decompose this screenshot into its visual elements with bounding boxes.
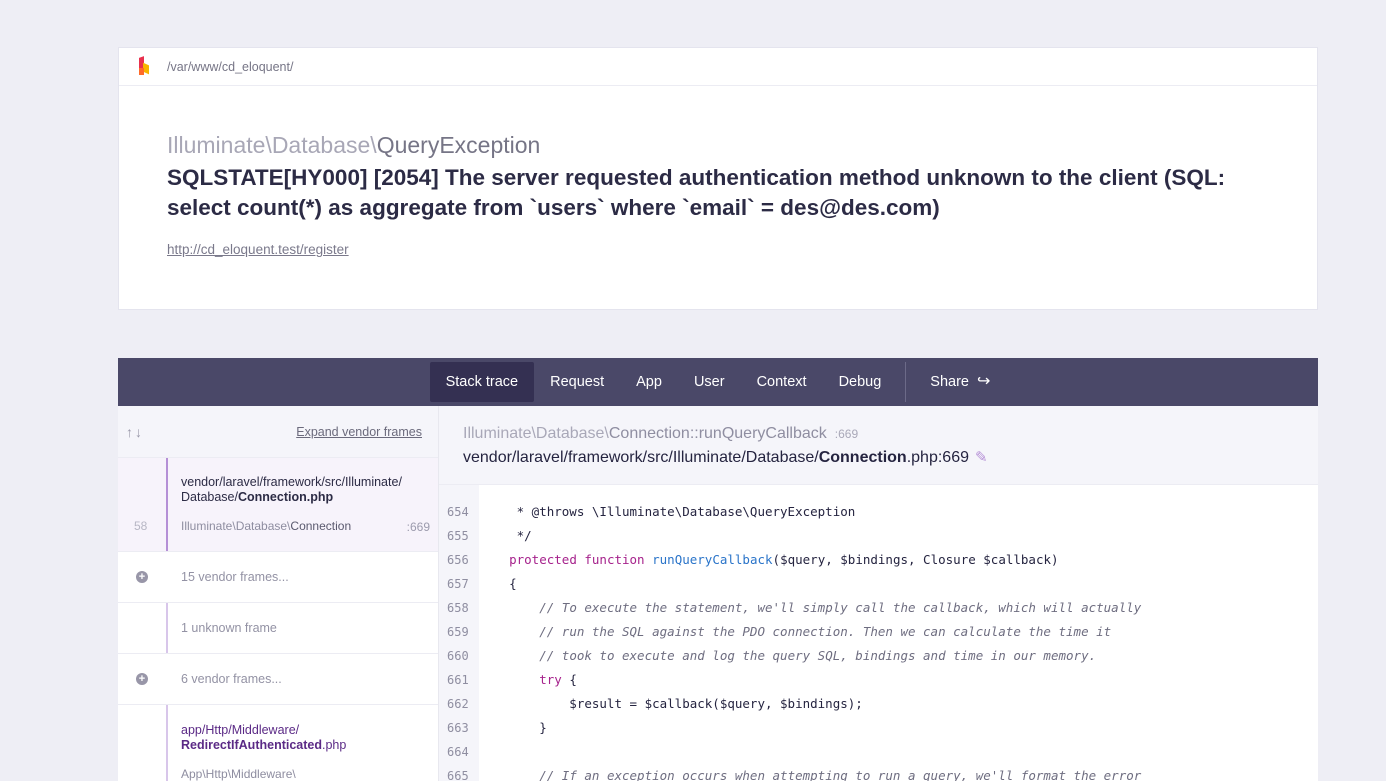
frame-file-path: vendor/laravel/framework/src/Illuminate/… <box>181 475 411 505</box>
code-line-number: :669 <box>834 427 859 441</box>
frame-bar <box>166 603 168 653</box>
line-number[interactable]: 655 <box>439 524 479 548</box>
expand-vendor-frames-link[interactable]: Expand vendor frames <box>296 425 422 439</box>
frame-navigation-arrows-icon[interactable]: ↑↓ <box>126 424 144 440</box>
code-header-class-line: Illuminate\Database\Connection::runQuery… <box>463 425 1318 443</box>
frame-line-number: :669 <box>406 520 430 534</box>
vendor-frames-group[interactable]: + 6 vendor frames... <box>118 654 438 705</box>
share-arrow-icon: ↪ <box>977 373 991 390</box>
tab-user[interactable]: User <box>678 362 741 402</box>
code-line: // run the SQL against the PDO connectio… <box>539 624 1112 639</box>
edit-pencil-icon[interactable]: ✎ <box>975 449 988 466</box>
vendor-frames-group[interactable]: + 15 vendor frames... <box>118 552 438 603</box>
line-number[interactable]: 664 <box>439 740 479 764</box>
code-file-path: vendor/laravel/framework/src/Illuminate/… <box>463 448 1318 467</box>
code-header: Illuminate\Database\Connection::runQuery… <box>439 406 1318 485</box>
tab-divider <box>905 362 907 402</box>
code-file-ext: .php:669 <box>906 449 969 466</box>
request-url-link[interactable]: http://cd_eloquent.test/register <box>167 242 349 257</box>
line-number[interactable]: 659 <box>439 620 479 644</box>
code-line: { <box>479 576 517 591</box>
code-lines: * @throws \Illuminate\Database\QueryExce… <box>479 485 1141 781</box>
exception-short-name: QueryException <box>376 132 541 158</box>
tab-app[interactable]: App <box>620 362 678 402</box>
tab-stack-trace[interactable]: Stack trace <box>429 362 535 402</box>
code-line: protected function runQueryCallback($que… <box>509 552 1059 567</box>
line-number[interactable]: 662 <box>439 692 479 716</box>
frame-file-dir: vendor/laravel/framework/src/Illuminate/ <box>181 475 402 489</box>
line-number[interactable]: 663 <box>439 716 479 740</box>
code-line: // took to execute and log the query SQL… <box>539 648 1097 663</box>
code-class-namespace: Illuminate\Database\ <box>463 425 609 442</box>
frame-bar <box>166 458 168 551</box>
stack-frame-selected[interactable]: 58 vendor/laravel/framework/src/Illumina… <box>118 458 438 552</box>
code-file-name: Connection <box>818 449 907 466</box>
line-number-gutter: 654 655 656 657 658 659 660 661 662 663 664 665 <box>439 485 479 781</box>
vendor-frames-label: 6 vendor frames... <box>181 672 282 686</box>
code-line: // If an exception occurs when attemptin… <box>539 768 1142 781</box>
unknown-frame-label: 1 unknown frame <box>181 621 277 635</box>
frame-file-subdir: Database/ <box>181 490 238 504</box>
frame-file-ext: .php <box>322 738 347 752</box>
details-panel: Stack trace Request App User Context Deb… <box>118 358 1318 781</box>
code-line: try { <box>539 672 577 687</box>
vendor-frames-label: 15 vendor frames... <box>181 570 289 584</box>
expand-plus-icon[interactable]: + <box>136 673 148 685</box>
header-bar: /var/www/cd_eloquent/ <box>119 48 1317 86</box>
unknown-frame[interactable]: 1 unknown frame <box>118 603 438 654</box>
tab-bar: Stack trace Request App User Context Deb… <box>118 358 1318 406</box>
exception-class: Illuminate\Database\QueryException <box>167 132 540 159</box>
line-number[interactable]: 660 <box>439 644 479 668</box>
code-file-dir: vendor/laravel/framework/src/Illuminate/… <box>463 449 819 466</box>
frame-file-path: app/Http/Middleware/RedirectIfAuthentica… <box>181 723 411 753</box>
frame-bar <box>166 705 168 781</box>
stack-frames-sidebar: ↑↓ Expand vendor frames 58 vendor/larave… <box>118 406 439 781</box>
exception-message: SQLSTATE[HY000] [2054] The server reques… <box>167 165 1226 220</box>
ignition-logo-icon <box>137 55 151 78</box>
frame-file-name: Connection.php <box>237 490 334 504</box>
code-line: } <box>479 720 547 735</box>
line-number[interactable]: 658 <box>439 596 479 620</box>
tab-request[interactable]: Request <box>534 362 620 402</box>
code-line: */ <box>479 528 532 543</box>
line-number[interactable]: 665 <box>439 764 479 781</box>
line-number[interactable]: 656 <box>439 548 479 572</box>
frame-file-dir: app/Http/Middleware/ <box>181 723 300 737</box>
frame-class: Illuminate\Database\Connection <box>181 519 351 533</box>
code-line: $result = $callback($query, $bindings); <box>479 696 863 711</box>
frame-number: 58 <box>134 519 148 533</box>
line-number[interactable]: 654 <box>439 500 479 524</box>
tab-context[interactable]: Context <box>741 362 823 402</box>
code-method: ::runQueryCallback <box>689 425 827 442</box>
frame-class-name: Connection <box>290 519 352 533</box>
code-line: * @throws \Illuminate\Database\QueryExce… <box>479 504 856 519</box>
code-class-name: Connection <box>608 425 690 442</box>
frame-class: App\Http\Middleware\ <box>181 767 296 781</box>
sidebar-header: ↑↓ Expand vendor frames <box>118 406 438 458</box>
line-number[interactable]: 661 <box>439 668 479 692</box>
tab-debug[interactable]: Debug <box>823 362 898 402</box>
share-button[interactable]: Share ↪ <box>914 362 1006 402</box>
line-number[interactable]: 657 <box>439 572 479 596</box>
share-label: Share <box>930 374 969 390</box>
stack-frame-app[interactable]: app/Http/Middleware/RedirectIfAuthentica… <box>118 705 438 781</box>
expand-plus-icon[interactable]: + <box>136 571 148 583</box>
exception-header-card: /var/www/cd_eloquent/ Illuminate\Databas… <box>118 47 1318 310</box>
frame-file-name: RedirectIfAuthenticated <box>181 738 322 752</box>
frame-class-namespace: Illuminate\Database\ <box>181 519 291 533</box>
code-class: Illuminate\Database\Connection::runQuery… <box>463 425 827 442</box>
code-body: 654 655 656 657 658 659 660 661 662 663 664 665 * @… <box>439 485 1318 781</box>
exception-namespace: Illuminate\Database\ <box>167 132 377 158</box>
code-line: // To execute the statement, we'll simpl… <box>539 600 1142 615</box>
code-viewer: Illuminate\Database\Connection::runQuery… <box>439 406 1318 781</box>
project-path: /var/www/cd_eloquent/ <box>167 59 294 74</box>
